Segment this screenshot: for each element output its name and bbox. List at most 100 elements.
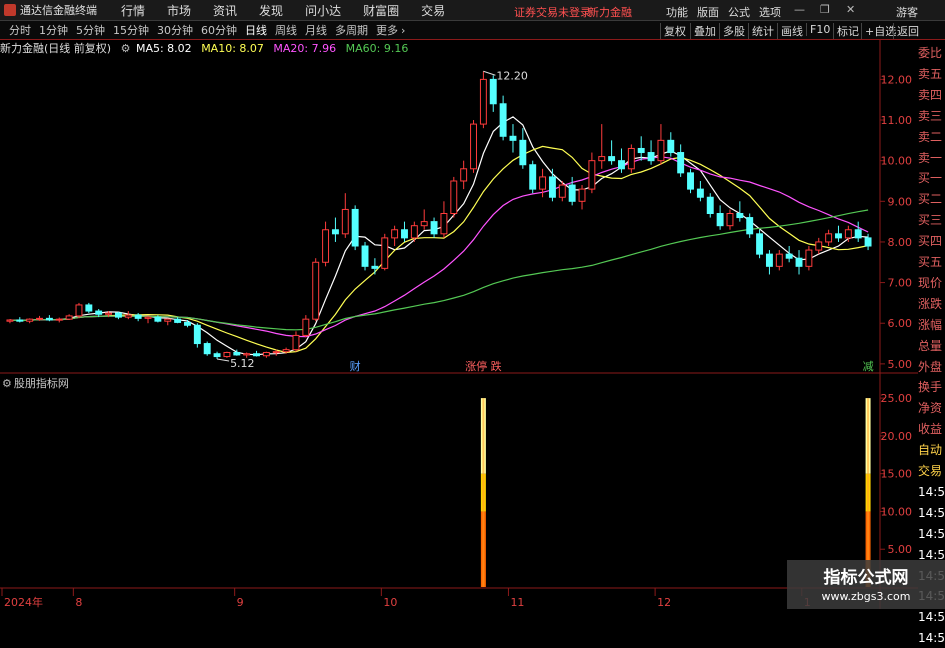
minimize-icon[interactable]: — (794, 3, 805, 16)
menu-market[interactable]: 市场 (167, 2, 191, 19)
period-15min[interactable]: 15分钟 (112, 22, 150, 38)
candle-body (598, 156, 606, 162)
menu-ask-xiaoda[interactable]: 问小达 (305, 2, 341, 19)
menu-options[interactable]: 选项 (759, 4, 781, 20)
event-marker-event1: 财 (350, 359, 361, 373)
side-panel-item[interactable]: 收益 (918, 420, 945, 439)
current-stock-name: 新力金融 (588, 6, 632, 19)
tool-f10[interactable]: F10 (806, 23, 833, 36)
side-panel-item[interactable]: 涨幅 (918, 316, 945, 335)
quote-side-panel: 委比卖五卖四卖三卖二卖一 买一买二买三买四买五现价涨跌涨幅总量外盘 换手净资收益自动… (918, 40, 945, 645)
side-panel-item[interactable]: 卖一 (918, 149, 945, 168)
tool-draw-line[interactable]: 画线 (777, 23, 806, 39)
side-panel-item[interactable]: 卖五 (918, 65, 945, 84)
price-axis-label: 7.00 (888, 277, 913, 290)
candle-body (6, 319, 14, 322)
period-5min[interactable]: 5分钟 (75, 22, 106, 38)
high-price-label: 12.20 (496, 69, 528, 82)
app-logo-icon (4, 4, 16, 16)
side-panel-item[interactable]: 现价 (918, 274, 945, 293)
side-panel-item[interactable]: 14:56 (918, 504, 945, 523)
candle-body (588, 160, 596, 190)
side-panel-item[interactable]: 外盘 (918, 358, 945, 377)
side-panel-item[interactable]: 14:56 (918, 525, 945, 544)
candle-body (726, 213, 734, 227)
side-panel-item[interactable]: 总量 (918, 337, 945, 356)
candle-body (785, 253, 793, 259)
settings-icon[interactable]: ⚙ (121, 42, 131, 55)
side-panel-item[interactable]: 卖二 (918, 128, 945, 147)
guest-user[interactable]: 游客 (896, 4, 918, 20)
period-monthly[interactable]: 月线 (304, 22, 328, 38)
candle-body (243, 353, 251, 356)
indicator-axis-label: 10.00 (881, 505, 913, 518)
period-intraday[interactable]: 分时 (8, 22, 32, 38)
side-panel-item[interactable]: 买二 (918, 190, 945, 209)
menu-layout[interactable]: 版面 (697, 4, 719, 20)
candle-body (322, 229, 330, 263)
side-panel-item[interactable]: 卖四 (918, 86, 945, 105)
time-axis-label: 9 (237, 596, 244, 609)
tool-back[interactable]: 返回 (893, 23, 922, 39)
side-panel-item[interactable]: 换手 (918, 378, 945, 397)
ma10-value: MA10: 8.07 (201, 42, 264, 55)
menu-formula[interactable]: 公式 (728, 4, 750, 20)
candle-body (45, 317, 53, 321)
signal-bar-core (867, 398, 870, 587)
period-30min[interactable]: 30分钟 (156, 22, 194, 38)
menu-wealth-circle[interactable]: 财富圈 (363, 2, 399, 19)
side-panel-item[interactable]: 14:56 (918, 608, 945, 627)
menu-bar: 通达信金融终端 行情 市场 资讯 发现 问小达 财富圈 交易 证券交易未登录 新… (0, 0, 945, 21)
side-panel-item[interactable]: 自动 (918, 441, 945, 460)
period-60min[interactable]: 60分钟 (200, 22, 238, 38)
tool-multi-stock[interactable]: 多股 (719, 23, 748, 39)
side-panel-item[interactable]: 买五 (918, 253, 945, 272)
side-panel-item[interactable]: 买三 (918, 211, 945, 230)
candle-body (401, 229, 408, 239)
menu-functions[interactable]: 功能 (666, 4, 688, 20)
candle-body (124, 314, 132, 318)
side-panel-item[interactable]: 净资 (918, 399, 945, 418)
side-panel-item[interactable]: 涨跌 (918, 295, 945, 314)
chevron-right-icon[interactable]: › (400, 24, 406, 37)
tool-overlay[interactable]: 叠加 (690, 23, 719, 39)
candle-body (519, 139, 527, 166)
menu-discover[interactable]: 发现 (259, 2, 283, 19)
time-axis-label: 2024年 (4, 595, 43, 609)
side-panel-item[interactable]: 买一 (918, 169, 945, 188)
candle-body (55, 318, 63, 321)
period-weekly[interactable]: 周线 (274, 22, 298, 38)
event-marker-event2: 涨停 跌 (465, 359, 502, 373)
chart-area[interactable]: 12.00 11.00 10.00 9.00 8.00 7.00 6.00 5.00 25.00… (0, 40, 918, 609)
menu-market-quotes[interactable]: 行情 (121, 2, 145, 19)
close-icon[interactable]: ✕ (846, 3, 855, 16)
menu-news[interactable]: 资讯 (213, 2, 237, 19)
candle-body (746, 217, 754, 235)
tool-adjust[interactable]: 复权 (660, 23, 689, 39)
period-more[interactable]: 更多 (375, 22, 399, 38)
trade-login-status[interactable]: 证券交易未登录 (514, 4, 591, 20)
price-axis-label: 11.00 (881, 114, 913, 127)
tool-statistics[interactable]: 统计 (748, 23, 777, 39)
candle-body (193, 324, 201, 345)
restore-icon[interactable]: ❐ (820, 3, 830, 16)
side-panel-item[interactable]: 卖三 (918, 107, 945, 126)
side-panel-item[interactable]: 委比 (918, 44, 945, 63)
side-panel-item[interactable]: 14:56 (918, 483, 945, 502)
period-daily[interactable]: 日线 (244, 22, 268, 38)
candle-body (184, 321, 191, 326)
side-panel-item[interactable]: 交易 (918, 462, 945, 481)
candle-body (341, 208, 349, 235)
candle-body (548, 176, 556, 198)
candle-body (844, 229, 852, 239)
candle-body (134, 314, 142, 319)
tool-mark[interactable]: 标记 (833, 23, 862, 39)
period-multi[interactable]: 多周期 (334, 22, 369, 38)
candle-body (75, 304, 83, 317)
settings-icon[interactable]: ⚙ (2, 377, 12, 390)
side-panel-item[interactable]: 14:56 (918, 629, 945, 648)
candle-body (312, 261, 320, 320)
menu-trade[interactable]: 交易 (421, 2, 445, 19)
side-panel-item[interactable]: 买四 (918, 232, 945, 251)
period-1min[interactable]: 1分钟 (38, 22, 69, 38)
